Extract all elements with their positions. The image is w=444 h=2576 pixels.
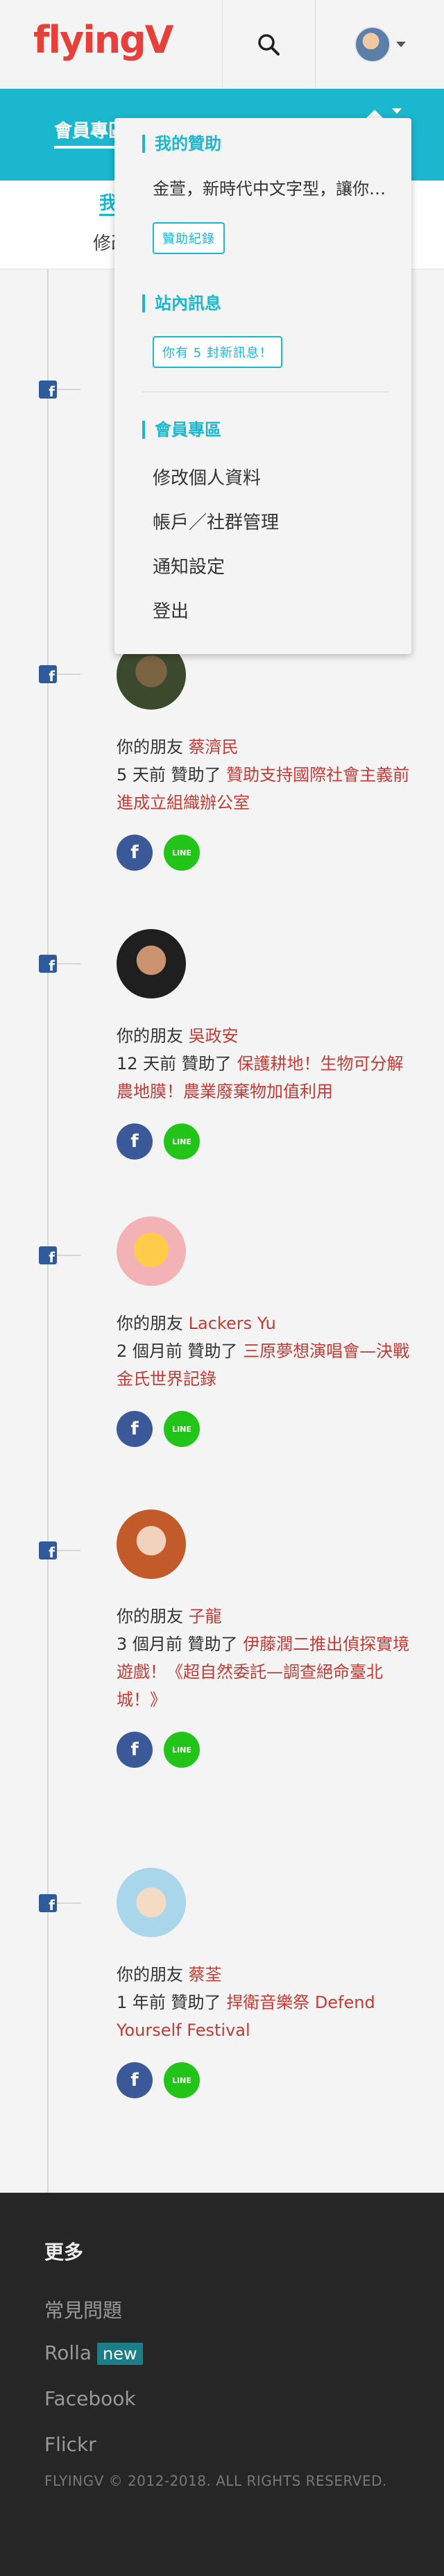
footer-link-faq[interactable]: 常見問題 bbox=[44, 2295, 122, 2323]
sponsor-records-button[interactable]: 贊助紀錄 bbox=[153, 222, 225, 254]
facebook-share-button[interactable]: f bbox=[117, 835, 153, 871]
entry-friend-line: 你的朋友 蔡荃 bbox=[117, 1961, 415, 1989]
new-messages-button[interactable]: 你有 5 封新訊息！ bbox=[153, 336, 282, 368]
share-row: f LINE bbox=[117, 1123, 415, 1160]
entry-verb: 贊助了 bbox=[187, 1634, 238, 1654]
entry-time: 3 個月前 bbox=[117, 1634, 182, 1654]
menu-item-logout[interactable]: 登出 bbox=[153, 597, 189, 623]
facebook-share-button[interactable]: f bbox=[117, 2062, 153, 2098]
section-title-my-sponsor: 我的贊助 bbox=[142, 135, 221, 153]
footer-link-rolla[interactable]: Rolla new bbox=[44, 2341, 143, 2365]
facebook-icon: f bbox=[39, 380, 57, 399]
friend-name-link[interactable]: 吳政安 bbox=[189, 1026, 239, 1046]
entry-time: 12 天前 bbox=[117, 1054, 177, 1073]
facebook-icon: f bbox=[39, 955, 57, 973]
list-item: 你的朋友 蔡荃 1 年前 贊助了 捍衛音樂祭 Defend Yourself F… bbox=[117, 1868, 415, 2098]
menu-item-edit-profile[interactable]: 修改個人資料 bbox=[153, 464, 261, 490]
menu-item-account-social[interactable]: 帳戶／社群管理 bbox=[153, 508, 279, 534]
list-item: 你的朋友 Lackers Yu 2 個月前 贊助了 三原夢想演唱會—決戰金氏世界… bbox=[117, 1216, 415, 1447]
timeline-tick bbox=[57, 1902, 80, 1904]
avatar[interactable] bbox=[117, 1216, 186, 1286]
line-share-button[interactable]: LINE bbox=[164, 1123, 200, 1160]
section-title-member: 會員專區 bbox=[142, 421, 221, 439]
facebook-share-button[interactable]: f bbox=[117, 1732, 153, 1768]
avatar[interactable] bbox=[117, 1868, 186, 1937]
timeline-tick bbox=[57, 963, 80, 964]
entry-verb: 贊助了 bbox=[181, 1054, 232, 1073]
section-title-inbox: 站內訊息 bbox=[142, 294, 221, 312]
share-row: f LINE bbox=[117, 2062, 415, 2098]
list-item: 你的朋友 蔡濟民 5 天前 贊助了 贊助支持國際社會主義前進成立組織辦公室 f … bbox=[117, 640, 415, 871]
line-share-button[interactable]: LINE bbox=[164, 835, 200, 871]
latest-sponsored-project[interactable]: 金萱，新時代中文字型，讓你的作品更好看 bbox=[153, 175, 388, 199]
entry-action-line: 2 個月前 贊助了 三原夢想演唱會—決戰金氏世界記錄 bbox=[117, 1337, 415, 1393]
entry-action-line: 12 天前 贊助了 保護耕地！生物可分解農地膜！農業廢棄物加值利用 bbox=[117, 1050, 415, 1105]
search-icon bbox=[258, 34, 280, 56]
entry-action-line: 5 天前 贊助了 贊助支持國際社會主義前進成立組織辦公室 bbox=[117, 761, 415, 817]
entry-prefix: 你的朋友 bbox=[117, 1965, 183, 1984]
entry-friend-line: 你的朋友 子龍 bbox=[117, 1603, 415, 1630]
new-badge: new bbox=[97, 2343, 143, 2365]
avatar[interactable] bbox=[117, 929, 186, 998]
entry-verb: 贊助了 bbox=[171, 1993, 221, 2012]
share-row: f LINE bbox=[117, 1732, 415, 1768]
entry-verb: 贊助了 bbox=[171, 765, 221, 785]
avatar[interactable] bbox=[117, 1509, 186, 1579]
timeline-tick bbox=[57, 674, 80, 675]
entry-time: 5 天前 bbox=[117, 765, 166, 785]
user-dropdown-menu: 我的贊助 金萱，新時代中文字型，讓你的作品更好看 贊助紀錄 站內訊息 你有 5 … bbox=[114, 118, 411, 654]
entry-friend-line: 你的朋友 吳政安 bbox=[117, 1022, 415, 1050]
list-item: 你的朋友 子龍 3 個月前 贊助了 伊藤潤二推出偵探實境遊戲！《超自然委託—調查… bbox=[117, 1509, 415, 1768]
entry-verb: 贊助了 bbox=[187, 1341, 238, 1361]
entry-friend-line: 你的朋友 蔡濟民 bbox=[117, 733, 415, 761]
friend-name-link[interactable]: 蔡濟民 bbox=[189, 737, 239, 757]
share-row: f LINE bbox=[117, 1411, 415, 1447]
friend-name-link[interactable]: Lackers Yu bbox=[189, 1314, 276, 1333]
menu-item-notifications[interactable]: 通知設定 bbox=[153, 553, 225, 578]
site-footer: 更多 常見問題 Rolla new Facebook Flickr FLYINGV… bbox=[0, 2193, 444, 2576]
line-share-button[interactable]: LINE bbox=[164, 1732, 200, 1768]
footer-link-label: Rolla bbox=[44, 2341, 92, 2364]
search-button[interactable] bbox=[222, 0, 315, 89]
entry-time: 1 年前 bbox=[117, 1993, 166, 2012]
line-share-button[interactable]: LINE bbox=[164, 2062, 200, 2098]
avatar bbox=[354, 26, 391, 62]
entry-prefix: 你的朋友 bbox=[117, 1607, 183, 1626]
list-item: 你的朋友 吳政安 12 天前 贊助了 保護耕地！生物可分解農地膜！農業廢棄物加值… bbox=[117, 929, 415, 1160]
user-menu-button[interactable] bbox=[316, 0, 444, 89]
facebook-icon: f bbox=[39, 1246, 57, 1264]
facebook-share-button[interactable]: f bbox=[117, 1411, 153, 1447]
friend-name-link[interactable]: 子龍 bbox=[189, 1607, 222, 1626]
dropdown-arrow bbox=[366, 110, 383, 118]
flyingv-logo[interactable]: flyingV bbox=[33, 18, 174, 62]
facebook-share-button[interactable]: f bbox=[117, 1123, 153, 1160]
entry-time: 2 個月前 bbox=[117, 1341, 182, 1361]
line-share-button[interactable]: LINE bbox=[164, 1411, 200, 1447]
timeline-tick bbox=[57, 1550, 80, 1551]
timeline-tick bbox=[57, 389, 80, 390]
site-header: flyingV bbox=[0, 0, 444, 89]
share-row: f LINE bbox=[117, 835, 415, 871]
caret-down-icon bbox=[395, 42, 406, 47]
footer-link-facebook[interactable]: Facebook bbox=[44, 2387, 136, 2410]
facebook-icon: f bbox=[39, 1894, 57, 1912]
facebook-icon: f bbox=[39, 665, 57, 683]
caret-down-icon bbox=[392, 108, 402, 114]
entry-prefix: 你的朋友 bbox=[117, 737, 183, 757]
entry-action-line: 1 年前 贊助了 捍衛音樂祭 Defend Yourself Festival bbox=[117, 1989, 415, 2044]
entry-action-line: 3 個月前 贊助了 伊藤潤二推出偵探實境遊戲！《超自然委託—調查絕命臺北城！》 bbox=[117, 1630, 415, 1714]
footer-title: 更多 bbox=[44, 2241, 84, 2264]
entry-prefix: 你的朋友 bbox=[117, 1314, 183, 1333]
copyright: FLYINGV © 2012-2018. ALL RIGHTS RESERVED… bbox=[44, 2473, 387, 2489]
footer-link-flickr[interactable]: Flickr bbox=[44, 2433, 96, 2456]
entry-prefix: 你的朋友 bbox=[117, 1026, 183, 1046]
friend-name-link[interactable]: 蔡荃 bbox=[189, 1965, 222, 1984]
facebook-icon: f bbox=[39, 1541, 57, 1559]
timeline-tick bbox=[57, 1255, 80, 1256]
entry-friend-line: 你的朋友 Lackers Yu bbox=[117, 1310, 415, 1337]
